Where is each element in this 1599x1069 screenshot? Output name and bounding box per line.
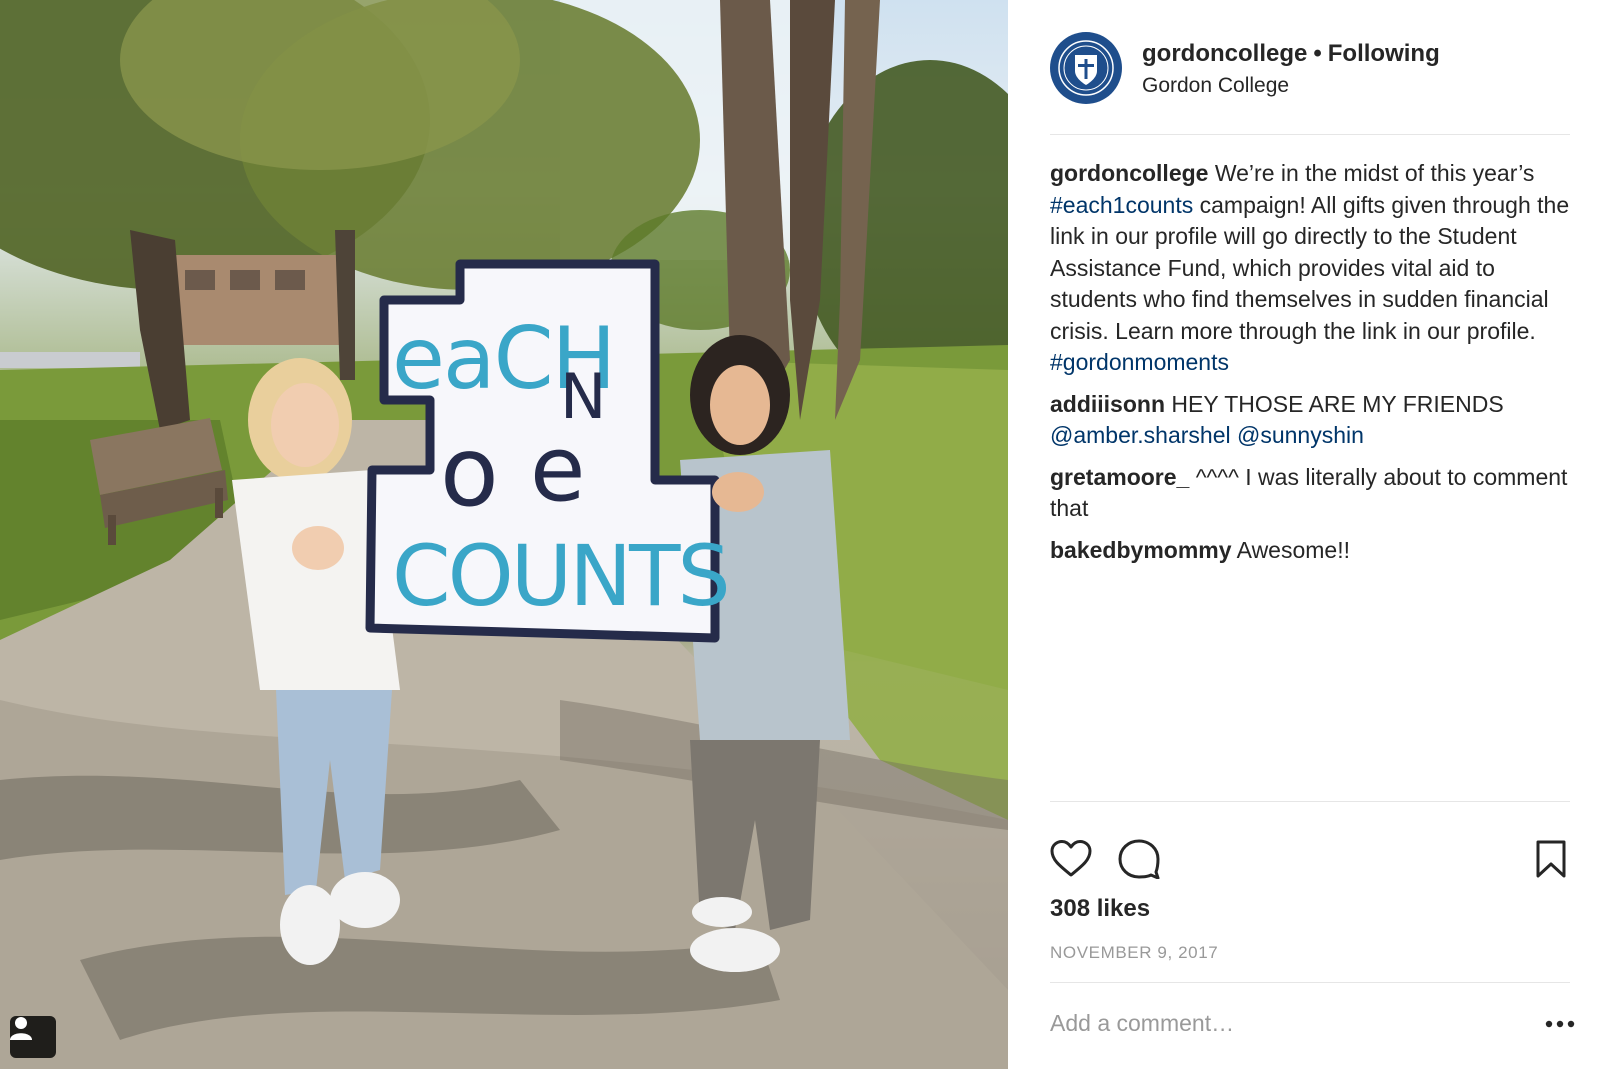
svg-text:o: o (440, 416, 499, 528)
post-header: gordoncollege • Following Gordon College (1050, 32, 1570, 106)
add-comment-input[interactable] (1050, 1006, 1480, 1040)
hashtag-link[interactable]: #each1counts (1050, 192, 1193, 218)
comment-item: gordoncollege We’re in the midst of this… (1050, 158, 1570, 379)
comment-text: We’re in the midst of this year’s (1214, 160, 1535, 186)
mention-link[interactable]: @amber.sharshel (1050, 422, 1231, 448)
header-user-line: gordoncollege • Following (1142, 40, 1440, 68)
comment-item: bakedbymommy Awesome!! (1050, 535, 1570, 567)
user-tag-icon (10, 1017, 32, 1040)
like-button[interactable] (1048, 836, 1094, 882)
comment-button[interactable] (1116, 836, 1162, 882)
likes-count[interactable]: 308 likes (1050, 894, 1150, 924)
avatar[interactable] (1050, 32, 1122, 104)
comment-text: Awesome!! (1236, 536, 1350, 563)
svg-text:N: N (560, 360, 606, 433)
location-link[interactable]: Gordon College (1142, 73, 1289, 99)
comment-username[interactable]: gretamoore_ (1050, 464, 1189, 490)
save-button[interactable] (1528, 836, 1574, 882)
separator-dot: • (1313, 40, 1322, 67)
comment-text: HEY THOSE ARE MY FRIENDS (1171, 390, 1504, 417)
comment-item: addiiisonn HEY THOSE ARE MY FRIENDS @amb… (1050, 389, 1570, 452)
comment-username[interactable]: bakedbymommy (1050, 537, 1232, 563)
header-divider (1050, 134, 1570, 135)
action-bar (1050, 836, 1570, 884)
actions-divider (1050, 801, 1570, 802)
more-options-button[interactable] (1540, 1008, 1580, 1040)
post-photo[interactable]: eaCH o e N COUNTS (0, 0, 1008, 1069)
post-date: NOVEMBER 9, 2017 (1050, 943, 1219, 962)
heart-icon (1050, 840, 1092, 877)
following-button[interactable]: Following (1328, 40, 1440, 67)
photo-scene: eaCH o e N COUNTS (0, 0, 1008, 1069)
user-tag-button[interactable] (10, 1016, 56, 1058)
post-sidebar: gordoncollege • Following Gordon College g… (1008, 0, 1599, 1069)
comment-username[interactable]: addiiisonn (1050, 391, 1165, 417)
comment-username[interactable]: gordoncollege (1050, 160, 1208, 186)
mention-link[interactable]: @sunnyshin (1237, 422, 1364, 448)
comments-list: gordoncollege We’re in the midst of this… (1050, 158, 1570, 576)
comment-bubble-icon (1118, 839, 1160, 879)
svg-text:COUNTS: COUNTS (392, 527, 728, 625)
comment-divider (1050, 982, 1570, 983)
header-username[interactable]: gordoncollege (1142, 40, 1307, 67)
bookmark-icon (1536, 840, 1566, 878)
more-options-icon (1545, 1020, 1575, 1028)
college-seal-icon (1053, 35, 1119, 101)
comment-item: gretamoore_ ^^^^ I was literally about t… (1050, 462, 1570, 525)
hashtag-link[interactable]: #gordonmoments (1050, 349, 1229, 375)
